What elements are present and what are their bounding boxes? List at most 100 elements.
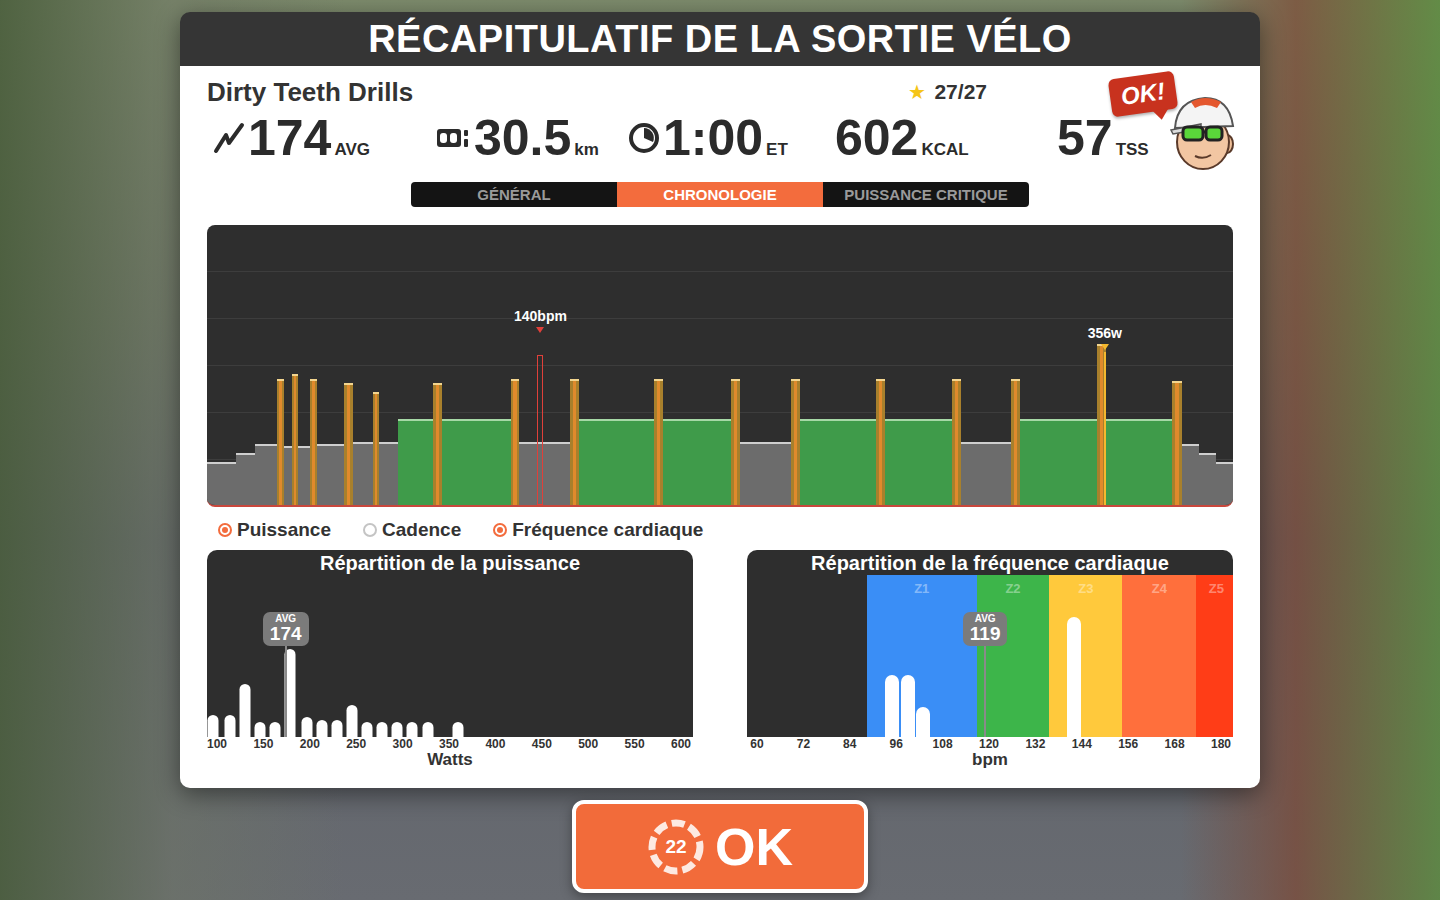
power-block [236,453,256,505]
axis-tick: 150 [253,737,273,751]
odometer-icon [437,126,471,150]
marker-line [1104,352,1106,505]
axis-tick: 500 [578,737,598,751]
power-block [207,462,236,505]
axis-tick: 72 [797,737,810,751]
timeline-chart: 140bpm356w [207,225,1233,507]
stat-value: 30.5 [474,113,571,163]
power-block [654,379,663,505]
histogram-bar [254,722,265,737]
panel-title: Répartition de la puissance [207,550,693,575]
power-block [731,379,740,505]
power-block [1172,381,1182,505]
power-distribution-panel: Répartition de la puissance AVG174 [207,550,693,737]
axis-tick: 550 [625,737,645,751]
marker-label: 140bpm [514,308,567,324]
axis-tick: 60 [750,737,763,751]
axis-tick: 156 [1118,737,1138,751]
power-block [740,442,790,505]
coach-speech-bubble: OK! [1108,71,1179,118]
legend-label: Cadence [382,519,461,541]
marker-line [537,355,543,505]
histogram-bar [406,722,417,737]
tab[interactable]: GÉNÉRAL [411,182,617,207]
stat-unit: AVG [334,140,370,160]
radio-button[interactable] [218,523,232,537]
power-block [952,379,961,505]
game-scene-background: RÉCAPITULATIF DE LA SORTIE VÉLO Dirty Tee… [0,0,1440,900]
stat: 602KCAL [835,113,1057,163]
legend-item[interactable]: Cadence [363,519,461,541]
modal-title: RÉCAPITULATIF DE LA SORTIE VÉLO [368,18,1072,61]
legend-label: Fréquence cardiaque [512,519,703,541]
power-block [885,419,952,505]
stat-unit: km [574,140,599,160]
power-block [791,379,800,505]
zone-label: Z5 [1209,581,1224,737]
heart-rate-distribution: Répartition de la fréquence cardiaqueZ1Z… [747,550,1233,769]
heart-rate-zone: Z3 [1049,575,1122,737]
histogram-bar [916,707,930,737]
stat: 1:00ET [628,113,835,163]
heart-rate-zone: Z2 [977,575,1050,737]
power-block [284,446,292,505]
histogram-bar [346,705,357,737]
axis-tick: 180 [1211,737,1231,751]
clock-icon [628,122,660,154]
tab[interactable]: PUISSANCE CRITIQUE [823,182,1029,207]
legend-item[interactable]: Fréquence cardiaque [493,519,703,541]
axis-tick: 132 [1025,737,1045,751]
histogram-bar [885,675,899,737]
histogram-bar [302,717,313,737]
power-block [255,444,276,505]
axis-tick: 168 [1165,737,1185,751]
power-block [398,419,433,505]
axis-tick: 100 [207,737,227,751]
axis-tick: 350 [439,737,459,751]
stat-unit: KCAL [921,140,968,160]
power-block [310,379,317,505]
modal-body: Dirty Teeth Drills★27/27174AVG30.5km1:00… [180,66,1260,788]
star-icon: ★ [908,80,926,104]
axis-title: bpm [747,751,1233,769]
progress-count: 27/27 [934,80,987,104]
stats-row: 174AVG30.5km1:00ET602KCAL57TSS [207,110,1233,166]
axis-tick: 84 [843,737,856,751]
tab[interactable]: CHRONOLOGIE [617,182,823,207]
power-block [317,444,344,505]
axis-tick: 108 [933,737,953,751]
histogram-bar [331,720,342,737]
panel-title: Répartition de la fréquence cardiaque [747,550,1233,575]
marker-triangle-icon [1101,344,1109,350]
axis-tick: 450 [532,737,552,751]
axis-title: Watts [207,751,693,769]
histogram-bar [316,720,327,737]
coach-avatar: OK! [1105,72,1235,170]
power-distribution: Répartition de la puissanceAVG1741001502… [207,550,693,769]
workout-name: Dirty Teeth Drills [207,77,413,108]
modal-header: RÉCAPITULATIF DE LA SORTIE VÉLO [180,12,1260,66]
workout-row: Dirty Teeth Drills ★ 27/27 [207,74,1233,110]
heart-rate-distribution-panel: Répartition de la fréquence cardiaqueZ1Z… [747,550,1233,737]
histogram-bar [901,675,915,737]
chart-legend: Puissance Cadence Fréquence cardiaque [207,507,1233,543]
level-badge: 22 [647,818,705,876]
radio-button[interactable] [363,523,377,537]
legend-item[interactable]: Puissance [218,519,331,541]
radio-button[interactable] [493,523,507,537]
histogram-bar [208,715,219,737]
ok-button[interactable]: 22OK [572,800,868,893]
histogram-bar [453,722,464,737]
power-block [433,383,442,505]
average-badge: AVG174 [263,612,309,646]
axis-ticks: 100150200250300350400450500550600 [207,737,693,751]
ride-summary-modal: RÉCAPITULATIF DE LA SORTIE VÉLO Dirty Tee… [180,12,1260,788]
power-block [298,446,310,505]
axis-tick: 600 [671,737,691,751]
zone-label: Z4 [1152,581,1167,737]
stat-value: 1:00 [663,113,763,163]
power-block [1199,453,1216,505]
power-block [353,442,373,505]
stat: 30.5km [437,113,628,163]
axis-tick: 300 [393,737,413,751]
